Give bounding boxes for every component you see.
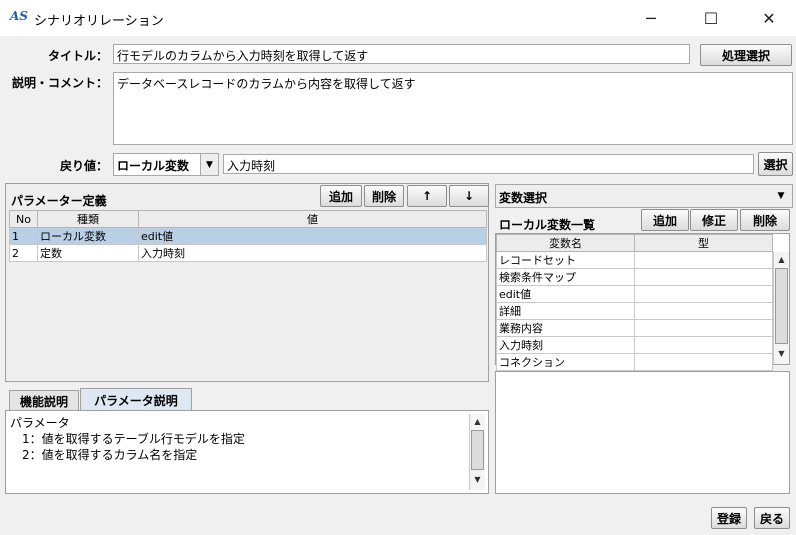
description-scrollbar[interactable]: ▲ ▼ — [469, 414, 485, 490]
app-icon: AS — [10, 9, 28, 23]
table-row[interactable]: 2 定数 入力時刻 — [9, 244, 487, 262]
var-type-cell — [634, 251, 773, 269]
description-line: 2：値を取得するカラム名を指定 — [10, 448, 198, 462]
scroll-up-icon[interactable]: ▲ — [774, 252, 789, 266]
register-button[interactable]: 登録 — [711, 507, 747, 529]
table-row[interactable]: edit値 — [496, 285, 773, 303]
var-col-type[interactable]: 型 — [634, 234, 773, 252]
description-line: パラメータ — [10, 416, 70, 430]
local-vars-table: 変数名 型 レコードセット 検索条件マップ edit値 詳細 業務内容 入力時刻… — [496, 234, 773, 371]
param-col-no[interactable]: No — [9, 210, 38, 228]
chevron-down-icon: ▼ — [777, 191, 785, 201]
var-name-cell: 詳細 — [496, 302, 635, 320]
param-table: No 種類 値 1 ローカル変数 edit値 2 定数 入力時刻 — [9, 210, 487, 262]
param-cell-no: 2 — [9, 244, 38, 262]
table-row[interactable]: 検索条件マップ — [496, 268, 773, 286]
table-row[interactable]: 業務内容 — [496, 319, 773, 337]
return-value-input[interactable]: 入力時刻 — [223, 154, 754, 174]
process-select-button[interactable]: 処理選択 — [700, 44, 792, 66]
var-type-cell — [634, 353, 773, 371]
return-type-select[interactable]: ローカル変数 ▼ — [113, 153, 219, 176]
param-panel-title: パラメーター定義 — [11, 194, 107, 208]
var-name-cell: 業務内容 — [496, 319, 635, 337]
scroll-down-icon[interactable]: ▼ — [470, 472, 485, 486]
table-row[interactable]: 1 ローカル変数 edit値 — [9, 227, 487, 245]
scroll-down-icon[interactable]: ▼ — [774, 346, 789, 360]
param-cell-value: 入力時刻 — [138, 244, 487, 262]
variable-select-value: 変数選択 — [499, 191, 548, 205]
table-row[interactable]: 詳細 — [496, 302, 773, 320]
param-down-button[interactable]: ↓ — [449, 185, 489, 207]
vars-scrollbar[interactable]: ▲ ▼ — [773, 252, 789, 364]
var-col-name[interactable]: 変数名 — [496, 234, 635, 252]
param-up-button[interactable]: ↑ — [407, 185, 447, 207]
var-add-button[interactable]: 追加 — [641, 209, 689, 231]
maximize-button[interactable]: ☐ — [688, 0, 734, 36]
return-label: 戻り値： — [59, 159, 108, 173]
select-button[interactable]: 選択 — [758, 152, 793, 176]
param-cell-type: 定数 — [37, 244, 139, 262]
var-name-cell: 入力時刻 — [496, 336, 635, 354]
var-type-cell — [634, 319, 773, 337]
local-vars-table-panel: 変数名 型 レコードセット 検索条件マップ edit値 詳細 業務内容 入力時刻… — [495, 233, 790, 371]
param-col-value[interactable]: 値 — [138, 210, 487, 228]
param-panel: パラメーター定義 追加 削除 ↑ ↓ No 種類 値 1 ローカル変数 edit… — [5, 183, 489, 382]
minimize-button[interactable]: ─ — [628, 0, 674, 36]
variable-select[interactable]: 変数選択 ▼ — [495, 184, 793, 208]
comment-textarea[interactable]: データベースレコードのカラムから内容を取得して返す — [113, 72, 793, 145]
window-title: シナリオリレーション — [34, 14, 164, 29]
title-bar: AS シナリオリレーション ─ ☐ ✕ — [0, 0, 796, 36]
var-type-cell — [634, 302, 773, 320]
param-delete-button[interactable]: 削除 — [364, 185, 404, 207]
table-row[interactable]: レコードセット — [496, 251, 773, 269]
param-add-button[interactable]: 追加 — [320, 185, 362, 207]
scroll-up-icon[interactable]: ▲ — [470, 414, 485, 428]
var-type-cell — [634, 268, 773, 286]
var-name-cell: コネクション — [496, 353, 635, 371]
table-row[interactable]: 入力時刻 — [496, 336, 773, 354]
title-label: タイトル： — [47, 49, 108, 63]
close-button[interactable]: ✕ — [746, 0, 792, 36]
var-type-cell — [634, 336, 773, 354]
scroll-thumb[interactable] — [471, 430, 484, 470]
title-input[interactable]: 行モデルのカラムから入力時刻を取得して返す — [113, 44, 690, 64]
description-panel: パラメータ 1：値を取得するテーブル行モデルを指定 2：値を取得するカラム名を指… — [5, 410, 489, 494]
table-row[interactable]: コネクション — [496, 353, 773, 371]
chevron-down-icon: ▼ — [200, 154, 218, 175]
return-type-value: ローカル変数 — [117, 159, 190, 173]
var-edit-button[interactable]: 修正 — [690, 209, 738, 231]
tab-function-description[interactable]: 機能説明 — [9, 390, 79, 411]
var-name-cell: 検索条件マップ — [496, 268, 635, 286]
param-cell-type: ローカル変数 — [37, 227, 139, 245]
comment-label: 説明・コメント： — [11, 76, 108, 90]
param-cell-no: 1 — [9, 227, 38, 245]
param-col-type[interactable]: 種類 — [37, 210, 139, 228]
var-delete-button[interactable]: 削除 — [740, 209, 790, 231]
variable-detail-panel — [495, 371, 790, 494]
description-line: 1：値を取得するテーブル行モデルを指定 — [10, 432, 245, 446]
description-text: パラメータ 1：値を取得するテーブル行モデルを指定 2：値を取得するカラム名を指… — [10, 415, 245, 463]
tab-parameter-description[interactable]: パラメータ説明 — [80, 388, 192, 411]
var-name-cell: レコードセット — [496, 251, 635, 269]
param-cell-value: edit値 — [138, 227, 487, 245]
local-vars-title: ローカル変数一覧 — [499, 218, 596, 232]
var-type-cell — [634, 285, 773, 303]
back-button[interactable]: 戻る — [754, 507, 790, 529]
scroll-thumb[interactable] — [775, 268, 788, 344]
var-name-cell: edit値 — [496, 285, 635, 303]
